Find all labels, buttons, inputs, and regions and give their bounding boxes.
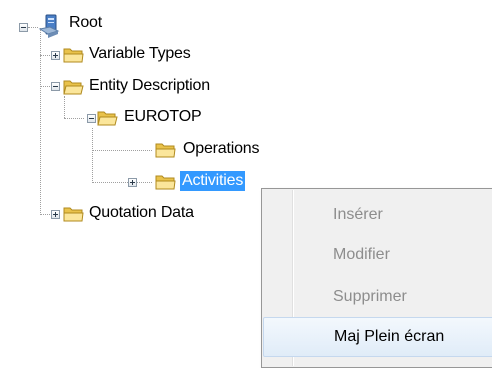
folder-open-icon	[63, 78, 84, 96]
tree-node-entity-description[interactable]: Entity Description	[87, 76, 212, 96]
tree-node-activities[interactable]: Activities	[180, 171, 246, 191]
menu-item-insert[interactable]: Insérer	[263, 195, 492, 235]
menu-item-fullscreen-update[interactable]: Maj Plein écran	[263, 317, 492, 357]
tree-node-variable-types[interactable]: Variable Types	[87, 44, 193, 64]
context-menu: Insérer Modifier Supprimer Maj Plein écr…	[261, 188, 492, 368]
tree-node-operations[interactable]: Operations	[181, 139, 261, 159]
tree-line	[40, 28, 41, 215]
folder-open-icon	[97, 109, 118, 127]
tree-line	[64, 96, 65, 118]
collapse-eurotop-icon[interactable]	[87, 114, 96, 123]
tree-line	[92, 182, 152, 183]
tree-line	[64, 118, 84, 119]
tree-node-quotation-data[interactable]: Quotation Data	[87, 203, 196, 223]
folder-icon	[63, 46, 84, 64]
folder-icon	[155, 141, 176, 159]
tree-line	[92, 150, 152, 151]
menu-item-modify[interactable]: Modifier	[263, 235, 492, 275]
folder-icon	[155, 173, 176, 191]
folder-icon	[63, 205, 84, 223]
collapse-entity-description-icon[interactable]	[51, 82, 60, 91]
expand-variable-types-icon[interactable]	[51, 51, 60, 60]
expand-activities-icon[interactable]	[128, 178, 137, 187]
tree-node-eurotop[interactable]: EUROTOP	[122, 107, 203, 127]
tree-line	[28, 27, 38, 28]
expand-quotation-data-icon[interactable]	[51, 210, 60, 219]
menu-item-delete[interactable]: Supprimer	[263, 277, 492, 317]
tree-node-root[interactable]: Root	[67, 13, 104, 33]
collapse-root-icon[interactable]	[19, 23, 28, 32]
computer-icon	[38, 14, 64, 40]
tree-line	[92, 128, 93, 183]
